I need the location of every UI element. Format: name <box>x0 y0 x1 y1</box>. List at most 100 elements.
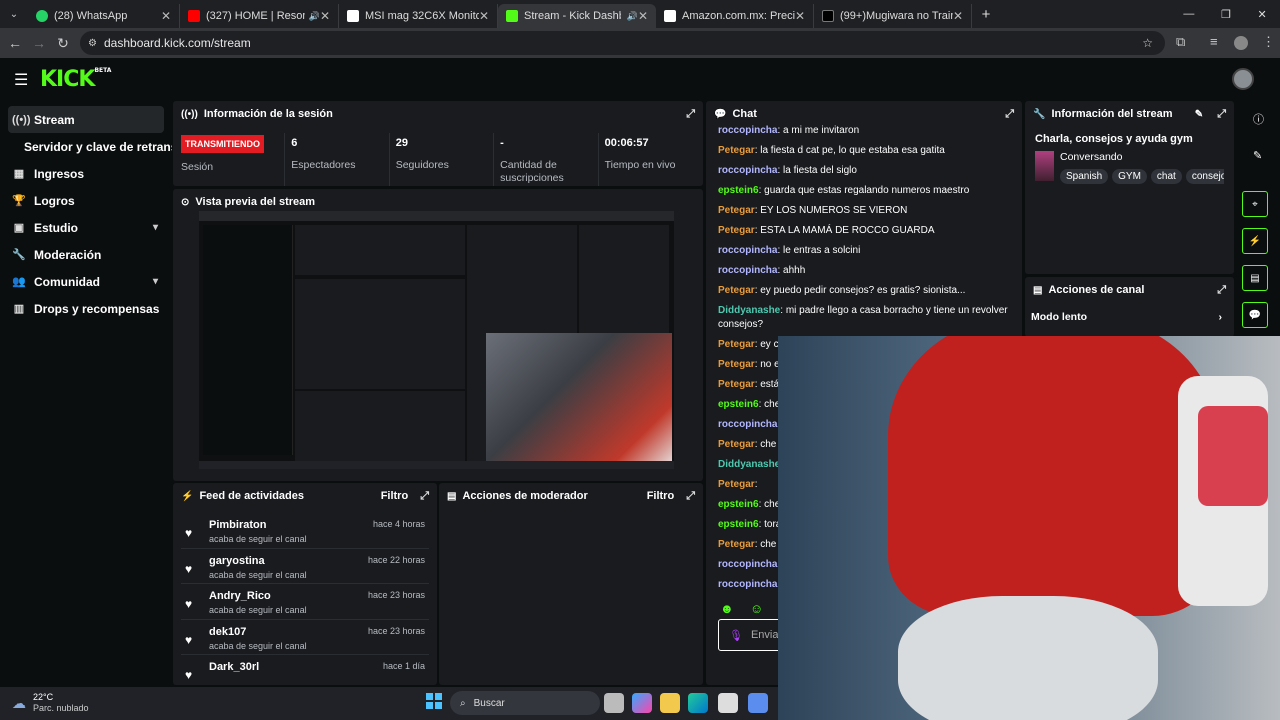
chat-message: Petegar: EY LOS NUMEROS SE VIERON <box>706 201 1022 221</box>
close-window-icon[interactable]: ✕ <box>1257 8 1266 21</box>
chat-username[interactable]: Petegar <box>718 359 755 370</box>
taskbar-search[interactable]: ⌕ Buscar <box>450 691 600 715</box>
chevron-down-icon[interactable]: ▾ <box>153 222 158 233</box>
chat-message: Diddyanashe: mi padre llego a casa borra… <box>706 301 1022 335</box>
browser-tab-tiktok[interactable]: (99+)Mugiwara no Trainer (@✕ <box>814 4 972 28</box>
chat-username[interactable]: Diddyanashe <box>718 459 780 470</box>
weather-widget[interactable]: 22°C Parc. nublado <box>33 692 89 714</box>
sidebar-item-stream[interactable]: ((•)) Stream <box>8 106 164 133</box>
browser-tab-msi[interactable]: MSI mag 32C6X Monitor para J✕ <box>339 4 498 28</box>
bookmark-star-icon[interactable]: ☆ <box>1142 36 1153 50</box>
edit-pencil-icon[interactable]: ✎ <box>1195 109 1203 120</box>
chat-username[interactable]: epstein6 <box>718 499 759 510</box>
store-icon[interactable] <box>718 693 738 713</box>
chat-username[interactable]: Petegar <box>718 285 755 296</box>
hamburger-icon[interactable]: ☰ <box>14 70 28 90</box>
edit-pencil-icon[interactable]: ✎ <box>1253 149 1262 162</box>
filter-button[interactable]: Filtro <box>381 490 409 502</box>
speaker-icon[interactable]: 🔊 <box>627 11 638 22</box>
close-icon[interactable]: ✕ <box>795 9 805 23</box>
bolt-icon[interactable]: ⚡ <box>1242 228 1268 254</box>
back-icon[interactable]: ← <box>3 35 27 51</box>
browser-tab-youtube[interactable]: (327) HOME | Resonance (4🔊✕ <box>180 4 339 28</box>
chat-text: ESTA LA MAMÁ DE ROCCO GUARDA <box>760 225 935 236</box>
chat-username[interactable]: Diddyanashe <box>718 305 780 316</box>
mail-icon[interactable] <box>748 693 768 713</box>
chat-username[interactable]: epstein6 <box>718 185 759 196</box>
sidebar-item-ingresos[interactable]: ▦ Ingresos <box>0 160 172 187</box>
sidebar-item-server-key[interactable]: Servidor y clave de retransmisión <box>0 133 172 160</box>
expand-icon[interactable]: ⤢ <box>686 490 695 503</box>
microphone-icon[interactable]: 🎙 <box>729 629 743 642</box>
reload-icon[interactable]: ↻ <box>51 35 75 52</box>
sidebar-item-moderacion[interactable]: 🔧 Moderación <box>0 241 172 268</box>
chat-username[interactable]: Petegar <box>718 379 755 390</box>
chat-username[interactable]: Petegar <box>718 439 755 450</box>
chat-username[interactable]: roccopincha <box>718 125 777 136</box>
task-view-icon[interactable] <box>604 693 624 713</box>
sidebar-item-estudio[interactable]: ▣ Estudio ▾ <box>0 214 172 241</box>
chat-username[interactable]: roccopincha <box>718 579 777 590</box>
clip-icon[interactable]: ⌖ <box>1242 191 1268 217</box>
edge-icon[interactable] <box>688 693 708 713</box>
close-icon[interactable]: ✕ <box>953 9 963 23</box>
url-field[interactable]: ⚙ dashboard.kick.com/stream ☆ <box>80 31 1165 55</box>
media-icon[interactable]: ≡ <box>1210 34 1218 49</box>
browser-tab-amazon[interactable]: Amazon.com.mx: Precios bajos✕ <box>656 4 814 28</box>
slow-mode-row[interactable]: Modo lento › <box>1025 303 1234 331</box>
chat-username[interactable]: roccopincha <box>718 419 777 430</box>
sidebar-item-drops[interactable]: ▥ Drops y recompensas <box>0 295 172 322</box>
chevron-down-icon[interactable]: ▾ <box>153 276 158 287</box>
filter-button[interactable]: Filtro <box>647 490 675 502</box>
forward-icon[interactable]: → <box>27 35 51 51</box>
profile-avatar[interactable] <box>1234 36 1248 50</box>
close-icon[interactable]: ✕ <box>638 9 648 23</box>
copilot-icon[interactable] <box>632 693 652 713</box>
chat-username[interactable]: Petegar <box>718 539 755 550</box>
chat-username[interactable]: Petegar <box>718 339 755 350</box>
menu-icon[interactable]: ⋮ <box>1262 34 1275 50</box>
speaker-icon[interactable]: 🔊 <box>309 11 320 22</box>
expand-icon[interactable]: ⤢ <box>420 490 429 503</box>
minimize-icon[interactable]: — <box>1183 8 1194 20</box>
chat-icon: 💬 <box>714 108 727 120</box>
expand-icon[interactable]: ⤢ <box>1217 284 1226 297</box>
sidebar-item-logros[interactable]: 🏆 Logros <box>0 187 172 214</box>
close-icon[interactable]: ✕ <box>479 9 489 23</box>
emote-icon[interactable]: ☻ <box>720 601 734 616</box>
expand-icon[interactable]: ⤢ <box>686 108 695 121</box>
emote-icon[interactable]: ☺ <box>750 601 763 616</box>
chat-username[interactable]: epstein6 <box>718 519 759 530</box>
windows-start-icon[interactable] <box>426 693 442 709</box>
kick-logo[interactable]: KICKBETA <box>40 67 111 92</box>
chat-username[interactable]: roccopincha <box>718 165 777 176</box>
stream-preview-video[interactable] <box>199 211 674 469</box>
browser-tab-whatsapp[interactable]: (28) WhatsApp ✕ <box>28 4 180 28</box>
chat-username[interactable]: roccopincha <box>718 245 777 256</box>
chat-username[interactable]: roccopincha <box>718 559 777 570</box>
new-tab-button[interactable]: + <box>972 6 1000 23</box>
chat-username[interactable]: Petegar <box>718 205 755 216</box>
tag: GYM <box>1112 169 1147 184</box>
tab-search-icon[interactable]: ⌄ <box>0 9 28 20</box>
info-icon[interactable]: ⓘ <box>1253 111 1264 127</box>
user-avatar[interactable] <box>1232 68 1254 90</box>
chat-icon[interactable]: 💬 <box>1242 302 1268 328</box>
sidebar-item-comunidad[interactable]: 👥 Comunidad ▾ <box>0 268 172 295</box>
chat-username[interactable]: Petegar <box>718 225 755 236</box>
chat-username[interactable]: roccopincha <box>718 265 777 276</box>
document-icon[interactable]: ▤ <box>1242 265 1268 291</box>
expand-icon[interactable]: ⤢ <box>1217 108 1226 121</box>
chat-username[interactable]: Petegar <box>718 479 755 490</box>
extensions-icon[interactable]: ⧉ <box>1176 34 1185 50</box>
expand-icon[interactable]: ⤢ <box>1005 108 1014 121</box>
close-icon[interactable]: ✕ <box>320 9 330 23</box>
close-icon[interactable]: ✕ <box>161 9 171 23</box>
money-icon: ▦ <box>13 168 25 180</box>
chat-username[interactable]: epstein6 <box>718 399 759 410</box>
chat-username[interactable]: Petegar <box>718 145 755 156</box>
restore-icon[interactable]: ❐ <box>1221 8 1231 21</box>
file-explorer-icon[interactable] <box>660 693 680 713</box>
site-info-icon[interactable]: ⚙ <box>88 38 97 49</box>
browser-tab-kick[interactable]: Stream - Kick Dashboard🔊✕ <box>498 4 656 28</box>
